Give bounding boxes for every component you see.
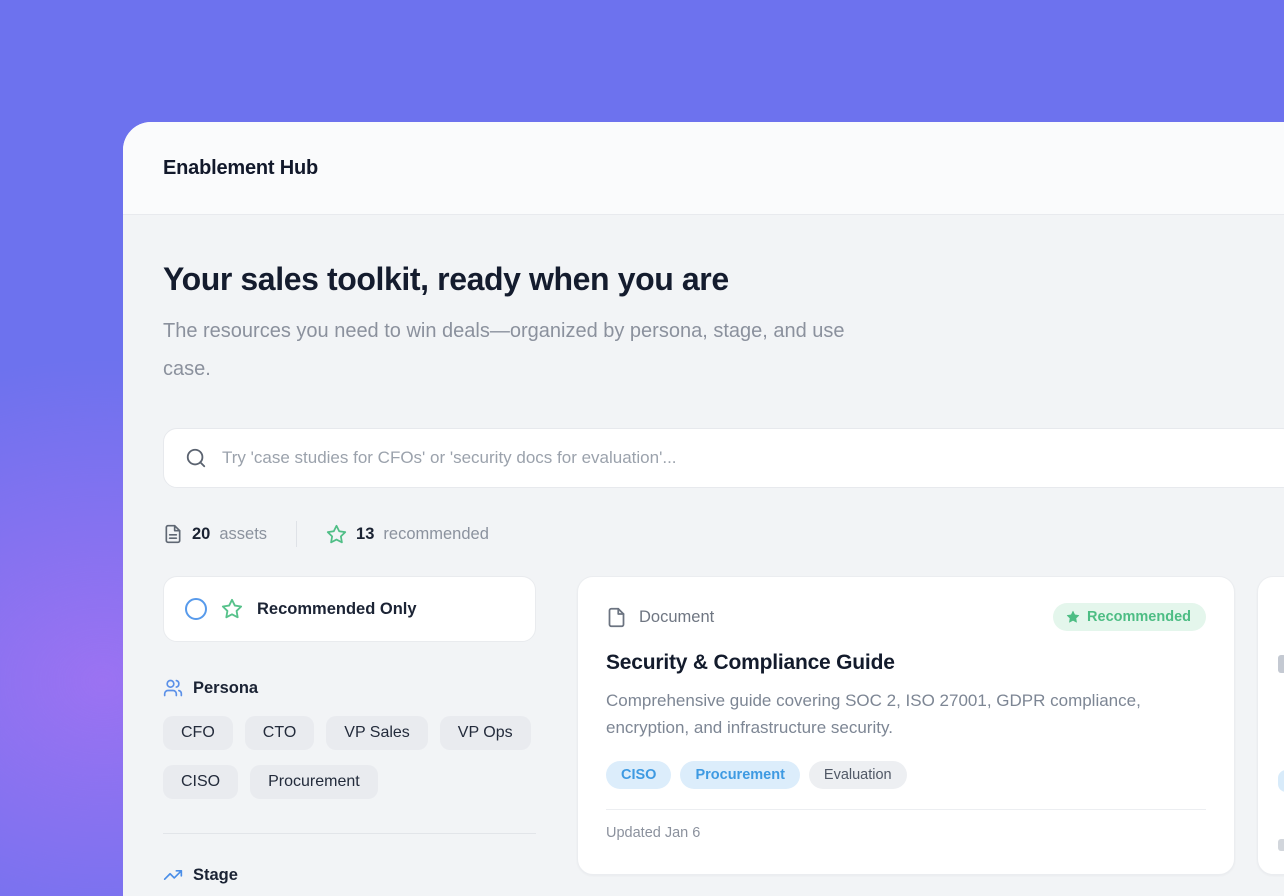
radio-circle[interactable] xyxy=(185,598,207,620)
main-panel: Enablement Hub Your sales toolkit, ready… xyxy=(123,122,1284,896)
persona-chip-ciso[interactable]: CISO xyxy=(163,765,238,799)
app-title: Enablement Hub xyxy=(163,157,318,180)
tag-ciso: CISO xyxy=(606,761,671,789)
app-header: Enablement Hub xyxy=(123,122,1284,215)
search-input[interactable] xyxy=(222,448,1274,468)
file-icon xyxy=(606,607,627,628)
persona-chip-cto[interactable]: CTO xyxy=(245,716,314,750)
card-description: Comprehensive guide covering SOC 2, ISO … xyxy=(606,688,1181,742)
stage-section-header: Stage xyxy=(163,865,536,885)
sidebar-divider xyxy=(163,833,536,834)
partial-card-tag-sliver xyxy=(1278,770,1284,792)
recommended-label: recommended xyxy=(383,525,488,544)
trending-up-icon xyxy=(163,865,183,885)
filter-sidebar: Recommended Only Persona CFO CTO VP Sale… xyxy=(163,576,536,885)
asset-card-security-compliance[interactable]: Document Recommended Security & Complian… xyxy=(577,576,1235,875)
partial-card-text-sliver xyxy=(1278,839,1284,851)
asset-cards: Document Recommended Security & Complian… xyxy=(577,576,1284,875)
assets-count: 20 xyxy=(192,525,210,544)
card-title: Security & Compliance Guide xyxy=(606,651,1206,675)
recommended-badge: Recommended xyxy=(1053,603,1206,631)
star-icon xyxy=(326,524,347,545)
persona-chip-cfo[interactable]: CFO xyxy=(163,716,233,750)
card-type: Document xyxy=(606,607,714,628)
card-updated: Updated Jan 6 xyxy=(606,809,1206,841)
card-type-label: Document xyxy=(639,608,714,627)
search-icon xyxy=(185,447,207,469)
asset-card-partial[interactable] xyxy=(1257,576,1284,875)
tag-procurement: Procurement xyxy=(680,761,799,789)
stage-section-label: Stage xyxy=(193,866,238,885)
star-icon xyxy=(1066,610,1080,624)
recommended-badge-label: Recommended xyxy=(1087,609,1191,625)
star-icon xyxy=(221,598,243,620)
stats-divider xyxy=(296,521,297,547)
persona-chip-vp-sales[interactable]: VP Sales xyxy=(326,716,428,750)
persona-chip-procurement[interactable]: Procurement xyxy=(250,765,378,799)
recommended-only-label: Recommended Only xyxy=(257,600,417,619)
tag-evaluation: Evaluation xyxy=(809,761,907,789)
persona-chip-vp-ops[interactable]: VP Ops xyxy=(440,716,531,750)
file-text-icon xyxy=(163,524,183,544)
recommended-count: 13 xyxy=(356,525,374,544)
stats-row: 20 assets 13 recommended xyxy=(163,521,1284,547)
card-tags: CISO Procurement Evaluation xyxy=(606,761,1206,789)
recommended-only-toggle[interactable]: Recommended Only xyxy=(163,576,536,642)
persona-chips: CFO CTO VP Sales VP Ops CISO Procurement xyxy=(163,716,536,799)
card-header-row: Document Recommended xyxy=(606,603,1206,631)
page-content: Your sales toolkit, ready when you are T… xyxy=(123,215,1284,885)
persona-section-label: Persona xyxy=(193,679,258,698)
assets-label: assets xyxy=(219,525,267,544)
page-subtitle: The resources you need to win deals—orga… xyxy=(163,312,873,388)
page-title: Your sales toolkit, ready when you are xyxy=(163,259,1284,299)
recommended-stat: 13 recommended xyxy=(326,524,489,545)
partial-card-icon-sliver xyxy=(1278,655,1284,673)
main-row: Recommended Only Persona CFO CTO VP Sale… xyxy=(163,576,1284,885)
assets-stat: 20 assets xyxy=(163,524,267,544)
search-bar[interactable] xyxy=(163,428,1284,488)
persona-section-header: Persona xyxy=(163,678,536,698)
users-icon xyxy=(163,678,183,698)
